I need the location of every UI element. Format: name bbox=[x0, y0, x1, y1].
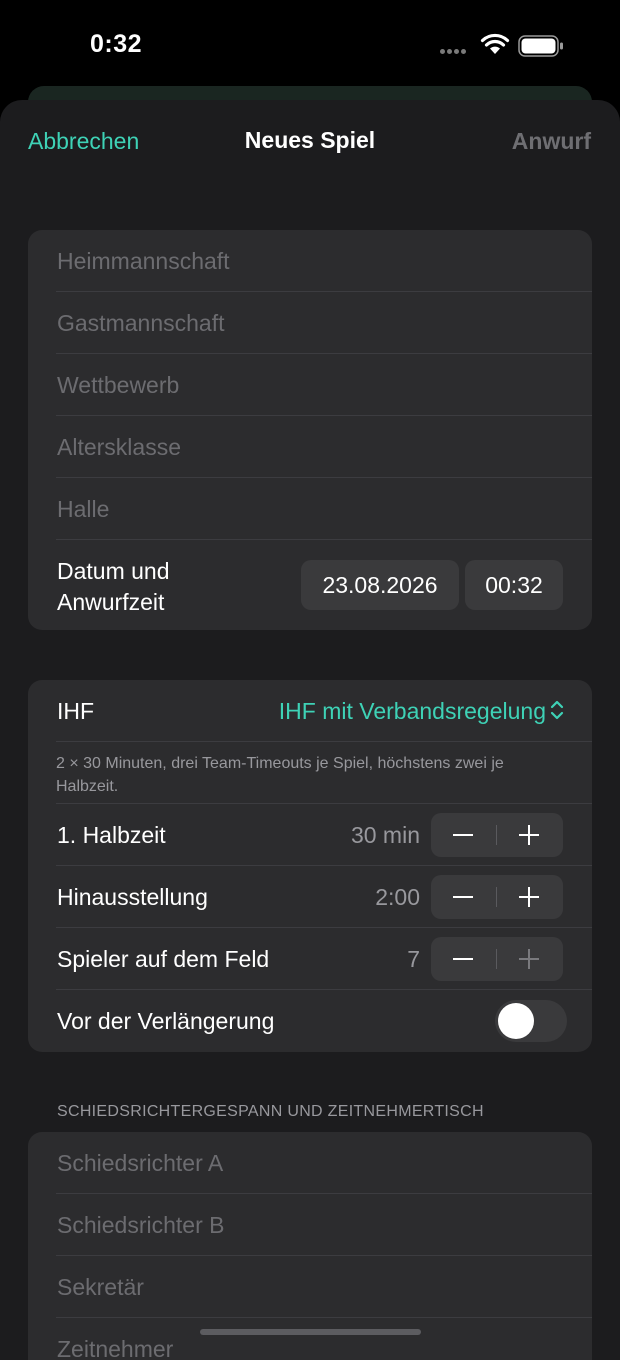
minus-icon[interactable] bbox=[453, 834, 473, 836]
teams-group: Heimmannschaft Gastmannschaft Wettbewerb… bbox=[28, 230, 592, 630]
players-stepper[interactable] bbox=[431, 937, 563, 981]
overtime-toggle[interactable] bbox=[495, 1000, 567, 1042]
rules-group: IHF IHF mit Verbandsregelung 2 × 30 Minu… bbox=[28, 680, 592, 1052]
suspension-row: Hinausstellung 2:00 bbox=[28, 866, 592, 928]
players-row: Spieler auf dem Feld 7 bbox=[28, 928, 592, 990]
overtime-label: Vor der Verlängerung bbox=[57, 1008, 275, 1034]
date-time-label-line1: Datum und bbox=[57, 558, 170, 584]
secretary-placeholder: Sekretär bbox=[57, 1274, 144, 1300]
stepper-divider bbox=[496, 825, 497, 845]
players-value: 7 bbox=[407, 946, 420, 972]
minus-icon[interactable] bbox=[453, 896, 473, 898]
competition-field[interactable]: Wettbewerb bbox=[28, 354, 592, 416]
rules-picker-row[interactable]: IHF IHF mit Verbandsregelung bbox=[28, 680, 592, 742]
time-picker[interactable]: 00:32 bbox=[465, 560, 563, 610]
half-time-value: 30 min bbox=[350, 822, 420, 848]
timekeeper-field[interactable]: Zeitnehmer bbox=[28, 1318, 592, 1360]
hall-field[interactable]: Halle bbox=[28, 478, 592, 540]
date-picker[interactable]: 23.08.2026 bbox=[301, 560, 459, 610]
half-time-row: 1. Halbzeit 30 min bbox=[28, 804, 592, 866]
stepper-divider bbox=[496, 949, 497, 969]
secretary-field[interactable]: Sekretär bbox=[28, 1256, 592, 1318]
rules-label: IHF bbox=[57, 698, 95, 724]
age-class-field[interactable]: Altersklasse bbox=[28, 416, 592, 478]
status-bar: 0:32 bbox=[0, 0, 620, 90]
suspension-value: 2:00 bbox=[375, 884, 420, 910]
throw-off-button[interactable]: Anwurf bbox=[512, 128, 591, 155]
new-game-sheet: Abbrechen Neues Spiel Anwurf Heimmannsch… bbox=[0, 100, 620, 1360]
minus-icon[interactable] bbox=[453, 958, 473, 960]
officials-group: Schiedsrichter A Schiedsrichter B Sekret… bbox=[28, 1132, 592, 1360]
referee-b-field[interactable]: Schiedsrichter B bbox=[28, 1194, 592, 1256]
date-time-label: Datum und Anwurfzeit bbox=[57, 556, 170, 618]
competition-placeholder: Wettbewerb bbox=[57, 372, 180, 398]
guest-team-placeholder: Gastmannschaft bbox=[57, 310, 225, 336]
battery-icon bbox=[518, 35, 563, 57]
date-time-row: Datum und Anwurfzeit 23.08.2026 00:32 bbox=[28, 540, 592, 630]
rules-picker-value[interactable]: IHF mit Verbandsregelung bbox=[279, 698, 546, 725]
half-time-label: 1. Halbzeit bbox=[57, 822, 166, 848]
rules-description-row: 2 × 30 Minuten, drei Team-Timeouts je Sp… bbox=[28, 742, 592, 804]
referee-b-placeholder: Schiedsrichter B bbox=[57, 1212, 225, 1238]
suspension-stepper[interactable] bbox=[431, 875, 563, 919]
home-team-placeholder: Heimmannschaft bbox=[57, 248, 230, 274]
suspension-label: Hinausstellung bbox=[57, 884, 208, 910]
cellular-signal-icon bbox=[440, 49, 470, 55]
overtime-row: Vor der Verlängerung bbox=[28, 990, 592, 1052]
toggle-knob bbox=[498, 1003, 534, 1039]
home-indicator bbox=[200, 1329, 421, 1335]
home-team-field[interactable]: Heimmannschaft bbox=[28, 230, 592, 292]
stepper-divider bbox=[496, 887, 497, 907]
officials-section-header: SCHIEDSRICHTERGESPANN UND ZEITNEHMERTISC… bbox=[57, 1103, 484, 1120]
status-time: 0:32 bbox=[90, 30, 143, 58]
date-time-label-line2: Anwurfzeit bbox=[57, 589, 165, 615]
navigation-bar: Abbrechen Neues Spiel Anwurf bbox=[0, 100, 620, 182]
referee-a-placeholder: Schiedsrichter A bbox=[57, 1150, 224, 1176]
referee-a-field[interactable]: Schiedsrichter A bbox=[28, 1132, 592, 1194]
rules-description: 2 × 30 Minuten, drei Team-Timeouts je Sp… bbox=[56, 755, 504, 795]
chevron-up-down-icon bbox=[550, 700, 564, 720]
wifi-icon bbox=[480, 33, 510, 54]
players-label: Spieler auf dem Feld bbox=[57, 946, 270, 972]
guest-team-field[interactable]: Gastmannschaft bbox=[28, 292, 592, 354]
hall-placeholder: Halle bbox=[57, 496, 110, 522]
timekeeper-placeholder: Zeitnehmer bbox=[57, 1336, 174, 1360]
half-time-stepper[interactable] bbox=[431, 813, 563, 857]
age-class-placeholder: Altersklasse bbox=[57, 434, 181, 460]
